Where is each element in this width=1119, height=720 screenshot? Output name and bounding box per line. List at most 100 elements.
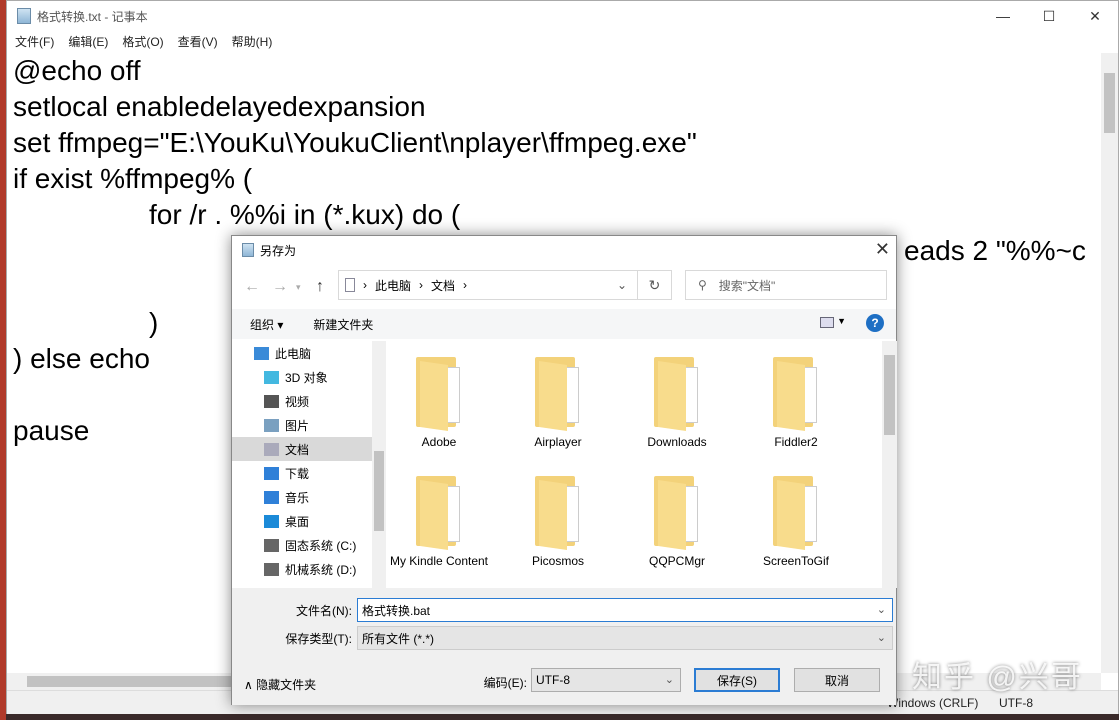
music-icon xyxy=(264,490,279,504)
nav-item[interactable]: 桌面 xyxy=(232,509,386,533)
toolbar: 组织 ▾ 新建文件夹 ▼ ? xyxy=(232,309,896,339)
code-line: setlocal enabledelayedexpansion xyxy=(13,91,426,122)
chevron-down-icon: ⌄ xyxy=(876,632,886,644)
navigation-pane: 此电脑 3D 对象视频图片文档下载音乐桌面固态系统 (C:) 机械系统 (D:) xyxy=(232,341,386,588)
desktop-icon xyxy=(264,514,279,528)
file-scrollbar[interactable] xyxy=(882,341,897,588)
menu-edit[interactable]: 编辑(E) xyxy=(68,33,108,50)
dialog-close-button[interactable]: ✕ xyxy=(875,239,890,260)
help-button[interactable]: ? xyxy=(866,314,884,332)
download-icon xyxy=(264,466,279,480)
nav-item-label: 视频 xyxy=(285,394,310,409)
file-type-label: 保存类型(T): xyxy=(285,632,352,646)
menu-file[interactable]: 文件(F) xyxy=(15,33,54,50)
folder-icon xyxy=(654,353,700,431)
minimize-button[interactable]: — xyxy=(980,1,1026,31)
watermark: 知乎 @兴哥 xyxy=(912,661,1083,694)
nav-item[interactable]: 图片 xyxy=(232,413,386,437)
search-input[interactable]: ⚲ 搜索"文档" xyxy=(685,270,887,300)
folder-icon xyxy=(416,472,462,550)
nav-item-label: 此电脑 xyxy=(275,346,312,361)
drive-icon xyxy=(264,562,279,576)
folder-item[interactable]: ScreenToGif xyxy=(746,460,846,568)
nav-item[interactable]: 固态系统 (C:) xyxy=(232,533,386,557)
folder-item[interactable]: Downloads xyxy=(627,341,727,449)
document-icon xyxy=(264,442,279,456)
nav-item[interactable]: 文档 xyxy=(232,437,386,461)
nav-item-label: 文档 xyxy=(285,442,310,457)
dialog-title: 另存为 xyxy=(260,243,297,258)
drive-icon xyxy=(264,538,279,552)
save-button[interactable]: 保存(S) xyxy=(694,668,780,692)
forward-arrow-icon[interactable]: → xyxy=(272,278,288,296)
code-line: @echo off xyxy=(13,55,141,86)
maximize-button[interactable]: ☐ xyxy=(1026,1,1072,31)
hide-folders-button[interactable]: ∧ 隐藏文件夹 xyxy=(244,676,316,693)
folder-item[interactable]: QQPCMgr xyxy=(627,460,727,568)
notepad-icon xyxy=(242,243,254,257)
notepad-title: 格式转换.txt - 记事本 xyxy=(37,9,148,24)
folder-item[interactable]: Airplayer xyxy=(508,341,608,449)
computer-icon xyxy=(254,346,269,360)
nav-item-label: 图片 xyxy=(285,418,310,433)
nav-scrollbar[interactable] xyxy=(372,341,386,588)
folder-icon xyxy=(535,472,581,550)
nav-item-label: 固态系统 (C:) xyxy=(285,538,357,553)
nav-item-label: 音乐 xyxy=(285,490,310,505)
file-type-select[interactable]: 所有文件 (*.*) ⌄ xyxy=(357,626,893,650)
nav-item-label: 下载 xyxy=(285,466,310,481)
filename-input[interactable]: 格式转换.bat ⌄ xyxy=(357,598,893,622)
folder-icon xyxy=(773,472,819,550)
folder-name: Adobe xyxy=(421,435,457,449)
encoding-label: 编码(E): xyxy=(483,676,527,690)
filename-label: 文件名(N): xyxy=(296,604,352,618)
code-line: for /r . %%i in (*.kux) do ( xyxy=(149,199,461,230)
back-arrow-icon[interactable]: ← xyxy=(244,278,260,296)
chevron-down-icon[interactable]: ▼ xyxy=(837,316,846,326)
breadcrumb-this-pc[interactable]: 此电脑 xyxy=(375,277,411,294)
view-options-icon[interactable] xyxy=(820,317,834,328)
menu-view[interactable]: 查看(V) xyxy=(178,33,218,50)
breadcrumb-documents[interactable]: 文档 xyxy=(431,277,455,294)
organize-button[interactable]: 组织 ▾ xyxy=(250,316,283,333)
up-arrow-icon[interactable]: ↑ xyxy=(316,278,324,296)
folder-item[interactable]: Adobe xyxy=(389,341,489,449)
folder-name: Picosmos xyxy=(531,554,584,568)
nav-item[interactable]: 下载 xyxy=(232,461,386,485)
recent-chevron-icon[interactable]: ▾ xyxy=(296,282,301,293)
menu-format[interactable]: 格式(O) xyxy=(122,33,163,50)
nav-item[interactable]: 此电脑 xyxy=(232,341,386,365)
picture-icon xyxy=(264,418,279,432)
cancel-button[interactable]: 取消 xyxy=(794,668,880,692)
folder-item[interactable]: Fiddler2 xyxy=(746,341,846,449)
nav-item-label: 桌面 xyxy=(285,514,310,529)
vertical-scrollbar[interactable] xyxy=(1101,53,1118,673)
address-bar[interactable]: › 此电脑 › 文档 › ⌄ xyxy=(338,270,638,300)
document-icon xyxy=(345,278,355,292)
notepad-titlebar: 格式转换.txt - 记事本 xyxy=(7,1,1118,31)
notepad-icon xyxy=(17,8,31,24)
folder-icon xyxy=(654,472,700,550)
encoding-select[interactable]: UTF-8 ⌄ xyxy=(531,668,681,692)
chevron-down-icon[interactable]: ⌄ xyxy=(877,603,886,616)
folder-item[interactable]: Picosmos xyxy=(508,460,608,568)
folder-item[interactable]: My Kindle Content xyxy=(389,460,489,568)
menu-help[interactable]: 帮助(H) xyxy=(232,33,273,50)
save-as-dialog: 另存为 ✕ ← → ▾ ↑ › 此电脑 › 文档 › ⌄ ↻ ⚲ 搜索"文档" 组… xyxy=(231,235,897,705)
nav-item[interactable]: 音乐 xyxy=(232,485,386,509)
folder-name: Downloads xyxy=(647,435,707,449)
new-folder-button[interactable]: 新建文件夹 xyxy=(313,316,373,333)
nav-item[interactable]: 视频 xyxy=(232,389,386,413)
file-grid: Adobe Airplayer Downloads Fiddler2 My Kindle… xyxy=(389,341,882,588)
close-button[interactable]: ✕ xyxy=(1072,1,1118,31)
chevron-down-icon[interactable]: ⌄ xyxy=(617,278,627,292)
nav-item[interactable]: 3D 对象 xyxy=(232,365,386,389)
line-ending-status: Windows (CRLF) xyxy=(887,696,979,710)
nav-item-label: 3D 对象 xyxy=(285,370,328,385)
cube-icon xyxy=(264,370,279,384)
folder-icon xyxy=(535,353,581,431)
folder-name: QQPCMgr xyxy=(648,554,705,568)
nav-item[interactable]: 机械系统 (D:) xyxy=(232,557,386,581)
folder-icon xyxy=(416,353,462,431)
refresh-button[interactable]: ↻ xyxy=(638,270,672,300)
